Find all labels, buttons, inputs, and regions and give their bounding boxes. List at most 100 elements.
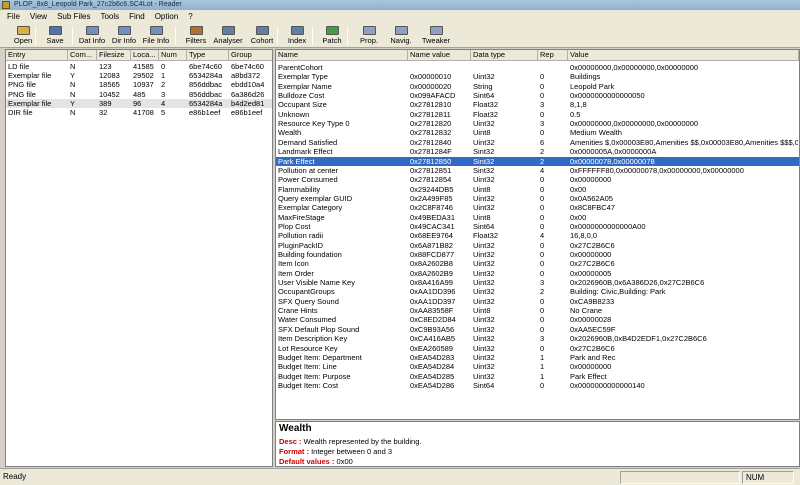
property-row[interactable]: Wealth 0x27812832 Uint8 0 Medium Wealth: [276, 128, 799, 137]
property-row[interactable]: Flammability 0x29244DB5 Uint8 0 0x00: [276, 185, 799, 194]
property-row[interactable]: Building foundation 0x88FCD877 Uint32 0 0x00…: [276, 250, 799, 259]
floppy-icon: [48, 26, 62, 35]
entry-cell: 6be74c60: [231, 62, 264, 71]
desc-text: Wealth represented by the building.: [303, 437, 422, 446]
column-header-data-type[interactable]: Data type: [471, 50, 538, 61]
menu-find[interactable]: Find: [124, 10, 150, 24]
entry-cell: 96: [133, 98, 142, 108]
property-row[interactable]: Park Effect 0x27812850 Sint32 2 0x00000078,0…: [276, 156, 799, 166]
save-button[interactable]: Save: [40, 25, 70, 47]
toolbar-button-label: Open: [13, 36, 33, 45]
menu-help[interactable]: ?: [183, 10, 197, 24]
file-info-button[interactable]: File Info: [141, 25, 171, 47]
property-row[interactable]: Plop Cost 0x49CAC341 Sint64 0 0x000000000000…: [276, 222, 799, 231]
property-row[interactable]: Exemplar Name 0x00000020 String 0 Leopold Pa…: [276, 82, 799, 91]
property-row[interactable]: MaxFireStage 0x49BEDA31 Uint8 0 0x00: [276, 213, 799, 222]
default-text: 0x00: [336, 457, 353, 466]
property-row[interactable]: Bulldoze Cost 0x099AFACD Sint64 0 0x00000000…: [276, 91, 799, 100]
entry-row[interactable]: Exemplar file Y 389 96 4 6534284a b4d2ed81: [6, 98, 272, 108]
index-button[interactable]: Index: [282, 25, 312, 47]
property-row[interactable]: PluginPackID 0x6A871B82 Uint32 0 0x27C2B6C6: [276, 241, 799, 250]
property-cell: Budget Item: Cost: [278, 380, 339, 390]
property-row[interactable]: Query exemplar GUID 0x2A499F85 Uint32 0 0x0A…: [276, 194, 799, 203]
menu-view[interactable]: View: [25, 10, 52, 24]
property-cell: String: [473, 81, 493, 91]
property-cell: SFX Query Sound: [278, 296, 339, 306]
property-cell: Sint64: [473, 380, 495, 390]
property-row[interactable]: Budget Item: Purpose 0xEA54D285 Uint32 1 Par…: [276, 372, 799, 381]
property-row[interactable]: Pollution at center 0x27812851 Sint32 4 0xFF…: [276, 166, 799, 175]
property-row[interactable]: Resource Key Type 0 0x27812820 Uint32 3 0x00…: [276, 119, 799, 128]
tweaker-icon: [429, 26, 443, 35]
property-row[interactable]: Budget Item: Line 0xEA54D284 Uint32 1 0x0000…: [276, 362, 799, 371]
column-header-com[interactable]: Com...: [68, 50, 97, 61]
menu-file[interactable]: File: [2, 10, 25, 24]
property-row[interactable]: Budget Item: Department 0xEA54D283 Uint32 1…: [276, 353, 799, 362]
patch-button[interactable]: Patch: [317, 25, 347, 47]
property-cell: 1: [540, 352, 545, 362]
property-row[interactable]: Lot Resource Key 0xEA260589 Uint32 0 0x27C2B…: [276, 344, 799, 353]
entry-cell: 0: [161, 62, 166, 71]
property-row[interactable]: Pollution radii 0x68EE9764 Float32 4 16,8,0,…: [276, 231, 799, 240]
entry-cell: 856ddbac: [189, 89, 222, 99]
prop-button[interactable]: Prop.: [354, 25, 384, 47]
property-row[interactable]: Item Order 0x8A2602B9 Uint32 0 0x00000005: [276, 269, 799, 278]
entry-row[interactable]: PNG file N 18565 10937 2 856ddbac ebdd10a4: [6, 80, 272, 89]
property-row[interactable]: Landmark Effect 0x2781284F Sint32 2 0x000000…: [276, 147, 799, 156]
open-button[interactable]: Open: [8, 25, 38, 47]
column-header-filesize[interactable]: Filesize: [97, 50, 131, 61]
property-cell: Uint32: [473, 259, 495, 269]
property-cell: Flammability: [278, 184, 321, 194]
column-header-value[interactable]: Value: [568, 50, 799, 61]
column-header-name[interactable]: Name: [276, 50, 408, 61]
property-cell: 0x099AFACD: [410, 91, 456, 101]
property-cell: 0x00: [570, 184, 587, 194]
filters-button[interactable]: Filters: [181, 25, 211, 47]
property-row[interactable]: Water Consumed 0xC8ED2D84 Uint32 0 0x0000002…: [276, 315, 799, 324]
property-cell: 0x2026960B,0x6A386D26,0x27C2B6C6: [570, 278, 705, 288]
property-row[interactable]: Unknown 0x27812811 Float32 0 0.5: [276, 110, 799, 119]
property-row[interactable]: ParentCohort 0x00000000,0x00000000,0x0000…: [276, 63, 799, 72]
entry-row[interactable]: DIR file N 32 41708 5 e86b1eef e86b1eef: [6, 108, 272, 117]
column-header-num[interactable]: Num: [159, 50, 187, 61]
menu-option[interactable]: Option: [150, 10, 184, 24]
column-header-loca[interactable]: Loca...: [131, 50, 159, 61]
column-header-group[interactable]: Group: [229, 50, 272, 61]
property-row[interactable]: Item Icon 0x8A2602B8 Uint32 0 0x27C2B6C6: [276, 259, 799, 268]
navig-button[interactable]: Navig.: [386, 25, 416, 47]
analyser-button[interactable]: Analyser: [213, 25, 243, 47]
property-cell: 0: [540, 250, 545, 259]
entry-row[interactable]: PNG file N 10452 485 3 856ddbac 6a386d26: [6, 89, 272, 99]
property-row[interactable]: User Visible Name Key 0x8A416A99 Uint32 3 0x…: [276, 278, 799, 287]
entry-row[interactable]: LD file N 123 41585 0 6be74c60 6be74c60: [6, 62, 272, 71]
dir-info-button[interactable]: Dir Info: [109, 25, 139, 47]
column-header-name-value[interactable]: Name value: [408, 50, 471, 61]
property-row[interactable]: Occupant Size 0x27812810 Float32 3 8,1,8: [276, 100, 799, 109]
property-row[interactable]: Power Consumed 0x27812854 Uint32 0 0x0000000…: [276, 175, 799, 184]
property-row[interactable]: Crane Hints 0xAA83558F Uint8 0 No Crane: [276, 306, 799, 315]
tweaker-button[interactable]: Tweaker: [421, 25, 451, 47]
property-row[interactable]: Demand Satisfied 0x27812840 Uint32 6 Ameniti…: [276, 138, 799, 147]
column-header-rep[interactable]: Rep: [538, 50, 568, 61]
entry-row[interactable]: Exemplar file Y 12083 29502 1 6534284a a8bd372: [6, 71, 272, 80]
cohort-button[interactable]: Cohort: [247, 25, 277, 47]
property-cell: 0x8A416A99: [410, 278, 453, 288]
entry-cell: 4: [161, 98, 166, 108]
property-cell: 0: [540, 91, 545, 101]
property-cell: Building: Civic,Building: Park: [570, 287, 666, 297]
column-header-entry[interactable]: Entry: [6, 50, 68, 61]
property-row[interactable]: Item Description Key 0xCA416AB5 Uint32 3 0x2…: [276, 334, 799, 343]
menu-sub-files[interactable]: Sub Files: [52, 10, 95, 24]
property-row[interactable]: OccupantGroups 0xAA1DD396 Uint32 2 Building:…: [276, 287, 799, 296]
property-cell: Uint32: [473, 334, 495, 344]
property-row[interactable]: Budget Item: Cost 0xEA54D286 Sint64 0 0x0000…: [276, 381, 799, 390]
menu-tools[interactable]: Tools: [95, 10, 124, 24]
property-row[interactable]: Exemplar Type 0x00000010 Uint32 0 Buildings: [276, 72, 799, 81]
dat-info-button[interactable]: Dat Info: [77, 25, 107, 47]
property-row[interactable]: SFX Query Sound 0xAA1DD397 Uint32 0 0xCA9B82…: [276, 297, 799, 306]
column-header-type[interactable]: Type: [187, 50, 229, 61]
property-row[interactable]: Exemplar Category 0x2C8F8746 Uint32 0 0x8C8F…: [276, 203, 799, 212]
property-row[interactable]: SFX Default Plop Sound 0xC9B93A56 Uint32 0 0…: [276, 325, 799, 334]
status-num: NUM: [742, 471, 794, 484]
entry-cell: 485: [133, 89, 146, 99]
